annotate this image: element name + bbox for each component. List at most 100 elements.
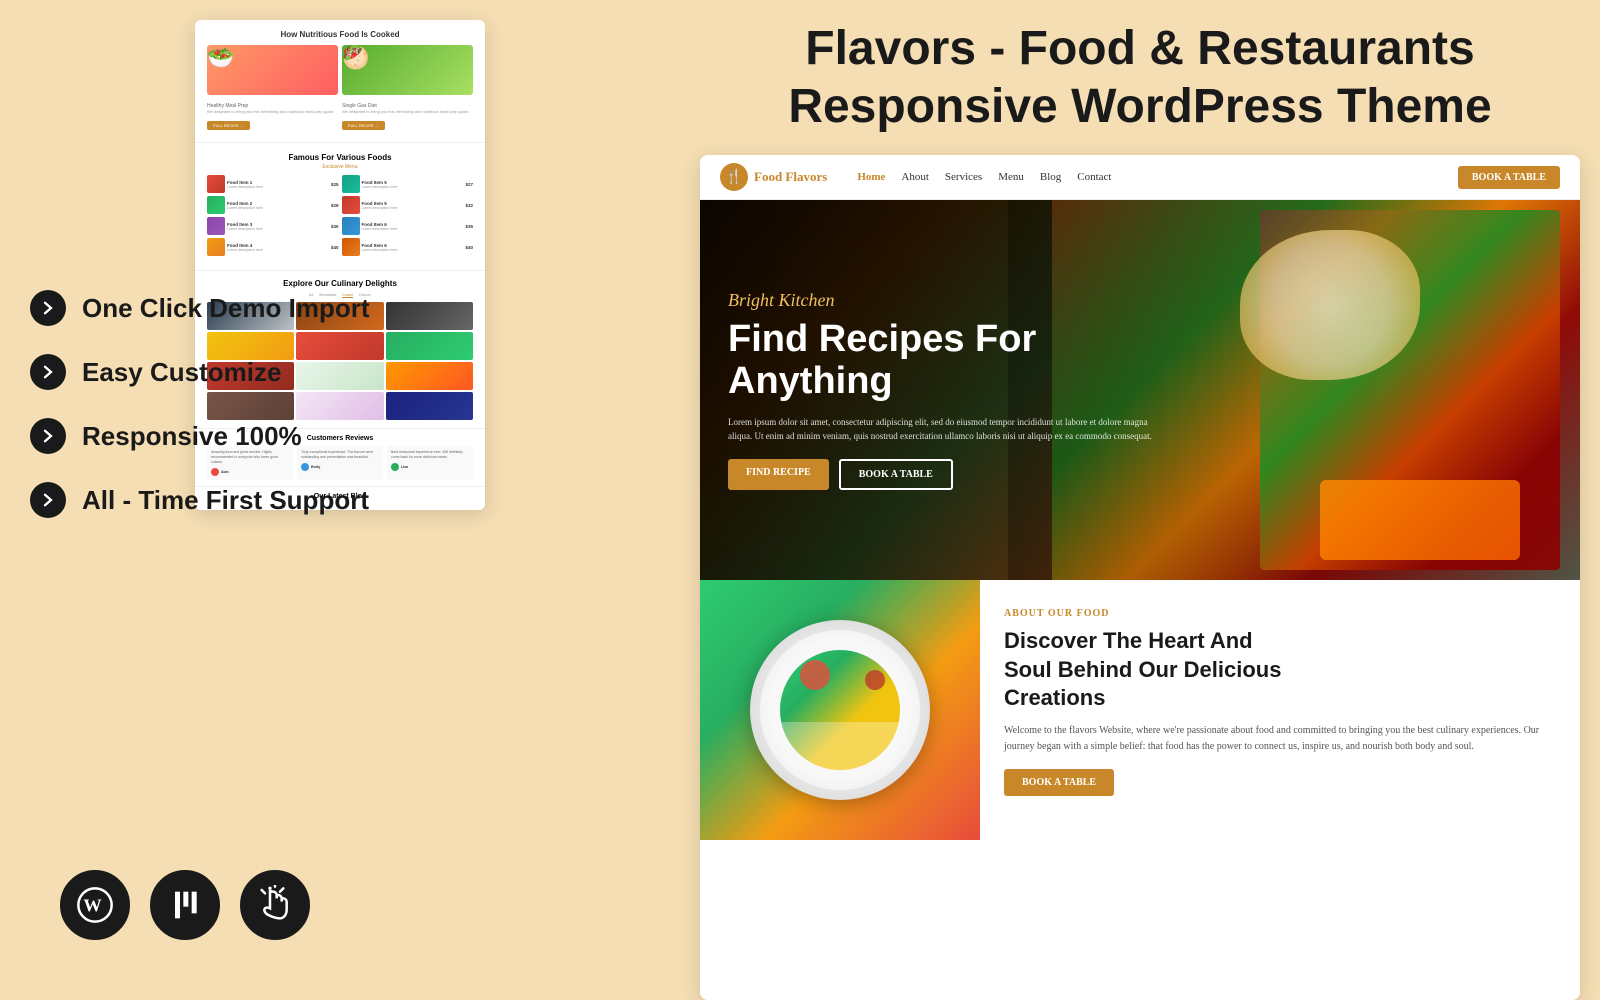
menu-item-img-4 [342,196,360,214]
features-list: One Click Demo Import Easy Customize Res… [30,290,370,546]
nav-logo-text: Food Flavors [754,169,827,185]
preview-nutritious-title: How Nutritious Food Is Cooked [207,30,473,39]
menu-item-price-6: $35 [465,224,473,229]
nav-logo-icon: 🍴 [720,163,748,191]
elementor-logo-icon [165,885,205,925]
chevron-right-icon-responsive [39,427,57,445]
about-title: Discover The Heart AndSoul Behind Our De… [1004,627,1556,713]
nav-link-menu[interactable]: Menu [998,171,1024,183]
wp-logo-icon: W [75,885,115,925]
food-btn-2[interactable]: FULL RECIPE → [342,121,385,130]
menu-item-price-2: $27 [465,182,473,187]
culinary-title: Explore Our Culinary Delights [207,279,473,288]
menu-item-price-7: $40 [331,245,339,250]
feature-text-responsive: Responsive 100% [82,421,302,452]
culinary-img-12 [386,392,473,420]
feature-arrow-customize [30,354,66,390]
menu-item-img-6 [342,217,360,235]
menu-grid: Food Item 1 Lorem description here $25 F… [207,175,473,256]
menu-item-price-1: $25 [331,182,339,187]
feature-arrow-responsive [30,418,66,454]
svg-text:W: W [83,896,102,916]
food-desc-1: We delighted to bring you this refreshin… [207,109,338,114]
main-title: Flavors - Food & Restaurants Responsive … [700,20,1580,135]
book-table-about-button[interactable]: BOOK A TABLE [1004,769,1114,796]
nav-links: Home Ahout Services Menu Blog Contact [857,171,1438,183]
hero-title: Find Recipes ForAnything [728,319,1156,403]
nav-link-services[interactable]: Services [945,171,982,183]
feature-text-customize: Easy Customize [82,357,281,388]
website-preview: 🍴 Food Flavors Home Ahout Services Menu … [700,155,1580,1000]
hero-sauce-visual [1240,230,1420,380]
plugin-icons: W [60,870,310,940]
menu-item-desc-8: Lorem description here [362,248,464,252]
feature-item-customize: Easy Customize [30,354,370,390]
food-btn-1[interactable]: FULL RECIPE → [207,121,250,130]
plate-visual [750,620,930,800]
menu-item-price-5: $30 [331,224,339,229]
about-section: ABOUT OUR FOOD Discover The Heart AndSou… [700,580,1580,840]
about-description: Welcome to the flavors Website, where we… [1004,723,1556,755]
hero-subtitle: Bright Kitchen [728,290,1156,311]
menu-item-desc-3: Lorem description here [227,206,329,210]
culinary-img-9 [386,362,473,390]
main-title-line2: Responsive WordPress Theme [788,80,1491,133]
menu-item-img-7 [207,238,225,256]
preview-food-img-2: 🥙 [342,45,473,95]
book-table-hero-button[interactable]: BOOK A TABLE [839,459,953,490]
menu-item-1: Food Item 1 Lorem description here $25 [207,175,339,193]
wordpress-icon: W [60,870,130,940]
feature-arrow-demo [30,290,66,326]
feature-arrow-support [30,482,66,518]
find-recipe-button[interactable]: FIND RECIPE [728,459,829,490]
about-food-image [700,580,980,840]
menu-item-price-3: $29 [331,203,339,208]
feature-item-demo: One Click Demo Import [30,290,370,326]
nav-link-contact[interactable]: Contact [1077,171,1111,183]
about-content: ABOUT OUR FOOD Discover The Heart AndSou… [980,580,1580,840]
menu-item-img-8 [342,238,360,256]
hero-description: Lorem ipsum dolor sit amet, consectetur … [728,416,1156,443]
feature-text-support: All - Time First Support [82,485,369,516]
feature-text-demo: One Click Demo Import [82,293,370,324]
review-avatar-3 [391,463,399,471]
feature-item-responsive: Responsive 100% [30,418,370,454]
menu-item-8: Food Item 6 Lorem description here $40 [342,238,474,256]
menu-item-desc-7: Lorem description here [227,248,329,252]
menu-item-3: Food Item 2 Lorem description here $29 [207,196,339,214]
nav-link-about[interactable]: Ahout [901,171,929,183]
about-label: ABOUT OUR FOOD [1004,608,1556,619]
food-desc-2: We delighted to bring you this refreshin… [342,109,473,114]
touch-icon [240,870,310,940]
nav-cta-button[interactable]: BOOK A TABLE [1458,166,1560,189]
culinary-img-6 [386,332,473,360]
menu-item-img-1 [207,175,225,193]
nav-logo: 🍴 Food Flavors [720,163,827,191]
menu-item-img-2 [342,175,360,193]
elementor-icon [150,870,220,940]
chevron-right-icon-customize [39,363,57,381]
preview-food-img-1: 🥗 [207,45,338,95]
menu-item-2: Food Item 5 Lorem description here $27 [342,175,474,193]
nav-link-home[interactable]: Home [857,171,885,183]
main-title-line1: Flavors - Food & Restaurants [805,22,1474,75]
menu-item-desc-6: Lorem description here [362,227,464,231]
left-panel: How Nutritious Food Is Cooked 🥗 🥙 Health… [0,0,680,1000]
menu-item-desc-5: Lorem description here [227,227,329,231]
chevron-right-icon-demo [39,299,57,317]
menu-item-5: Food Item 3 Lorem description here $30 [207,217,339,235]
hero-buttons: FIND RECIPE BOOK A TABLE [728,459,1156,490]
menu-item-7: Food Item 4 Lorem description here $40 [207,238,339,256]
nav-link-blog[interactable]: Blog [1040,171,1061,183]
hand-pointer-icon [255,885,295,925]
chevron-right-icon-support [39,491,57,509]
menu-section-title: Famous For Various Foods [207,153,473,162]
menu-item-4: Food Item 5 Lorem description here $32 [342,196,474,214]
menu-item-img-3 [207,196,225,214]
hero-veggie-visual [1320,480,1520,560]
menu-item-desc-4: Lorem description here [362,206,464,210]
right-panel: Flavors - Food & Restaurants Responsive … [680,0,1600,1000]
review-name-3: Lisa [401,465,408,469]
menu-item-img-5 [207,217,225,235]
review-card-3: Best restaurant experience ever. Will de… [387,446,473,480]
